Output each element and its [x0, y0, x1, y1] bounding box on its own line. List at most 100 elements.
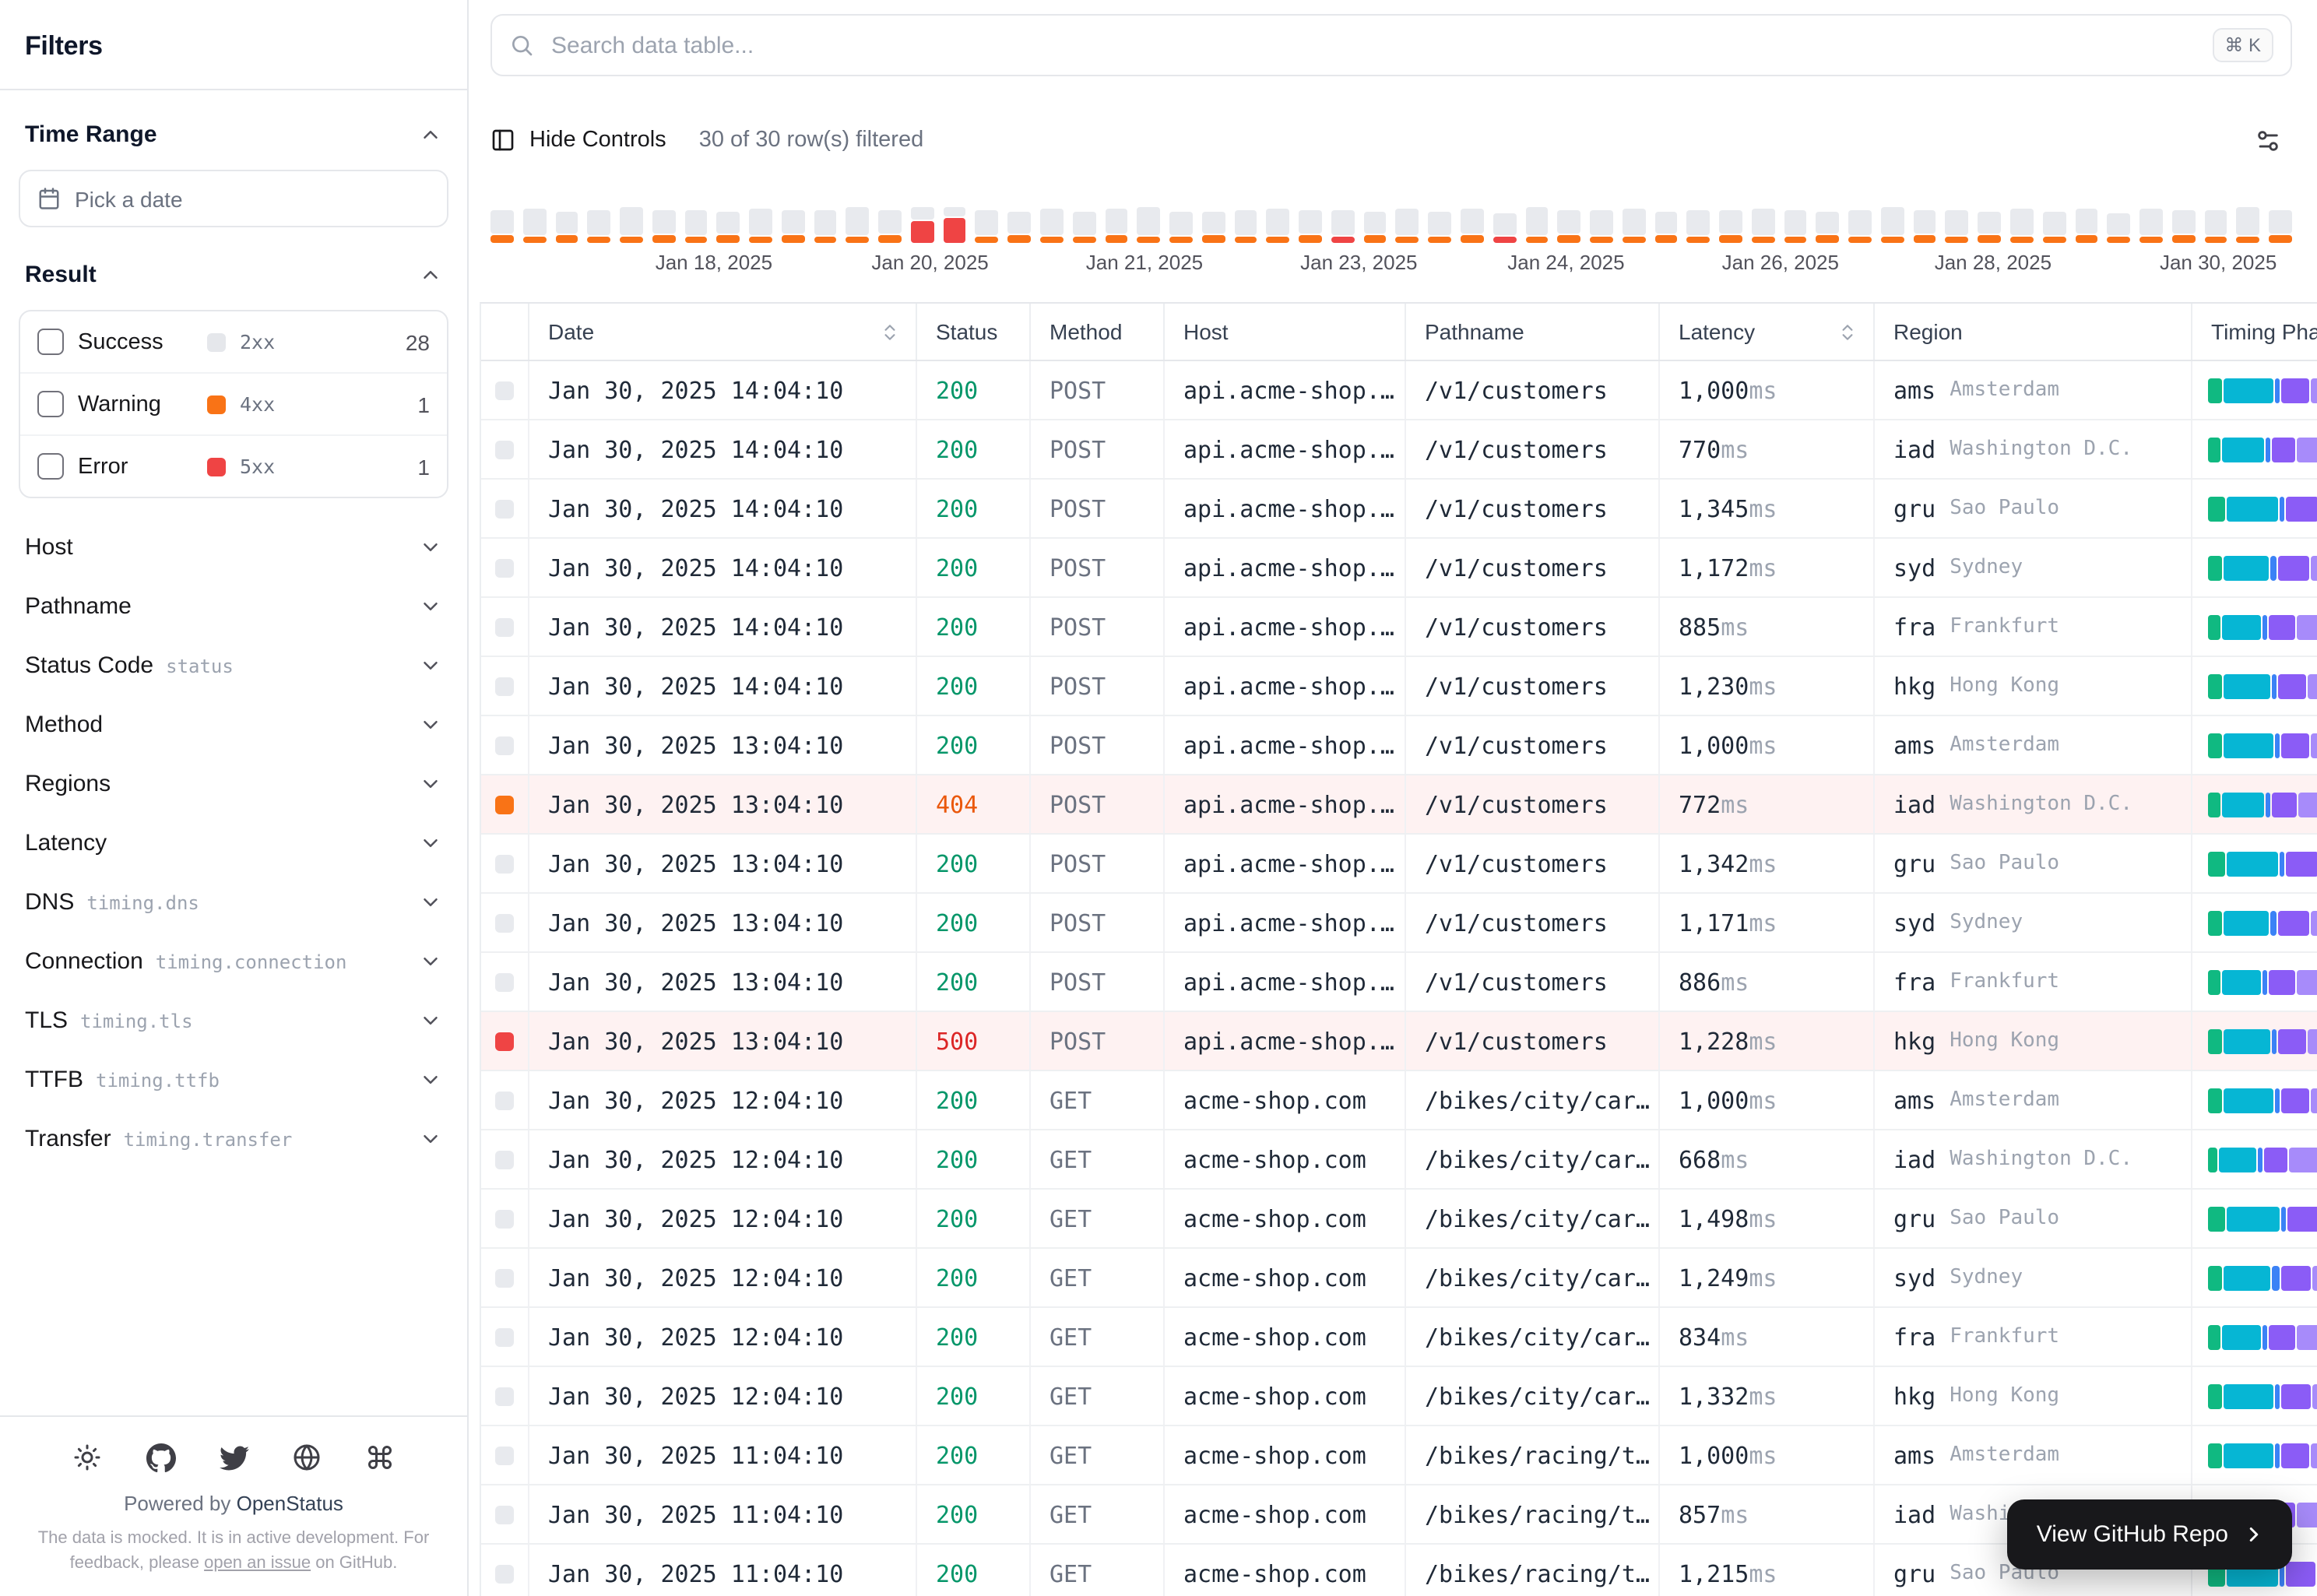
search-input[interactable]	[548, 30, 2199, 60]
histogram-bar[interactable]	[814, 210, 837, 243]
histogram-bar[interactable]	[1978, 212, 2001, 243]
table-row[interactable]: Jan 30, 2025 11:04:10 200 GET acme-shop.…	[481, 1426, 2317, 1485]
histogram-bar[interactable]	[522, 209, 547, 243]
histogram-bar[interactable]	[1331, 210, 1355, 243]
row-status-indicator[interactable]	[495, 1032, 514, 1050]
row-status-indicator[interactable]	[495, 617, 514, 636]
view-options-button[interactable]	[2242, 115, 2292, 165]
table-row[interactable]: Jan 30, 2025 14:04:10 200 POST api.acme-…	[481, 539, 2317, 598]
histogram-bar[interactable]	[1266, 209, 1290, 243]
column-header[interactable]	[481, 304, 529, 360]
table-row[interactable]: Jan 30, 2025 14:04:10 200 POST api.acme-…	[481, 420, 2317, 480]
histogram-bar[interactable]	[781, 210, 805, 243]
histogram-bar[interactable]	[2009, 209, 2034, 243]
filter-section-toggle[interactable]: TLS timing.tls	[19, 990, 448, 1049]
table-row[interactable]: Jan 30, 2025 12:04:10 200 GET acme-shop.…	[481, 1249, 2317, 1308]
timing-phase-bar[interactable]	[2208, 1443, 2317, 1468]
table-row[interactable]: Jan 30, 2025 14:04:10 200 POST api.acme-…	[481, 480, 2317, 539]
histogram-bar[interactable]	[1686, 210, 1711, 243]
column-header[interactable]: Timing Phases	[2192, 304, 2317, 360]
histogram-bar[interactable]	[943, 207, 966, 243]
result-option-row[interactable]: Warning 4xx 1	[20, 374, 447, 436]
timing-phase-bar[interactable]	[2208, 555, 2317, 580]
histogram-bar[interactable]	[555, 212, 578, 243]
row-status-indicator[interactable]	[495, 1150, 514, 1169]
filter-section-toggle[interactable]: Host	[19, 517, 448, 576]
result-section-toggle[interactable]: Result	[19, 243, 448, 307]
time-range-section-toggle[interactable]: Time Range	[19, 103, 448, 167]
timing-phase-bar[interactable]	[2208, 851, 2317, 876]
sort-chevrons-icon[interactable]	[880, 322, 900, 342]
website-link-button[interactable]	[291, 1442, 322, 1473]
filter-section-toggle[interactable]: Pathname	[19, 576, 448, 635]
timing-phase-bar[interactable]	[2208, 496, 2317, 521]
histogram-bar[interactable]	[1460, 209, 1484, 243]
row-status-indicator[interactable]	[495, 1268, 514, 1287]
filter-section-toggle[interactable]: Transfer timing.transfer	[19, 1109, 448, 1168]
openstatus-link[interactable]: OpenStatus	[237, 1492, 343, 1515]
timing-phase-bar[interactable]	[2208, 378, 2317, 403]
twitter-link-button[interactable]	[218, 1442, 249, 1473]
histogram-bar[interactable]	[1913, 210, 1936, 243]
result-checkbox[interactable]	[37, 329, 64, 355]
timing-phase-bar[interactable]	[2208, 1324, 2317, 1349]
histogram-bar[interactable]	[2171, 210, 2196, 243]
result-checkbox[interactable]	[37, 391, 64, 417]
table-row[interactable]: Jan 30, 2025 12:04:10 200 GET acme-shop.…	[481, 1308, 2317, 1367]
row-status-indicator[interactable]	[495, 1387, 514, 1405]
histogram-bar[interactable]	[2042, 212, 2066, 243]
result-checkbox[interactable]	[37, 453, 64, 480]
histogram-bar[interactable]	[490, 210, 514, 243]
histogram-bar[interactable]	[2075, 209, 2098, 243]
histogram-bar[interactable]	[1363, 212, 1387, 243]
histogram-bar[interactable]	[1557, 210, 1581, 243]
row-status-indicator[interactable]	[495, 913, 514, 932]
histogram-bar[interactable]	[1072, 212, 1096, 243]
timing-phase-bar[interactable]	[2208, 1265, 2317, 1290]
histogram-bar[interactable]	[620, 207, 643, 243]
histogram-bar[interactable]	[1234, 210, 1257, 243]
histogram-bar[interactable]	[846, 207, 870, 243]
column-header[interactable]: Status	[917, 304, 1031, 360]
filter-section-toggle[interactable]: TTFB timing.ttfb	[19, 1049, 448, 1109]
histogram-bar[interactable]	[1945, 210, 1969, 243]
histogram-bar[interactable]	[910, 207, 934, 243]
theme-toggle-button[interactable]	[72, 1442, 103, 1473]
timing-phase-bar[interactable]	[2208, 673, 2317, 698]
table-row[interactable]: Jan 30, 2025 12:04:10 200 GET acme-shop.…	[481, 1071, 2317, 1130]
histogram-bar[interactable]	[2204, 210, 2227, 243]
histogram-bar[interactable]	[587, 210, 611, 243]
table-row[interactable]: Jan 30, 2025 12:04:10 200 GET acme-shop.…	[481, 1130, 2317, 1190]
histogram-bar[interactable]	[716, 212, 740, 243]
table-row[interactable]: Jan 30, 2025 12:04:10 200 GET acme-shop.…	[481, 1367, 2317, 1426]
row-status-indicator[interactable]	[495, 1446, 514, 1464]
filter-section-toggle[interactable]: Connection timing.connection	[19, 931, 448, 990]
histogram-bar[interactable]	[2236, 207, 2260, 243]
row-status-indicator[interactable]	[495, 972, 514, 991]
timing-phase-bar[interactable]	[2208, 969, 2317, 994]
histogram-bar[interactable]	[1719, 210, 1742, 243]
timing-phase-bar[interactable]	[2208, 1383, 2317, 1408]
timing-phase-bar[interactable]	[2208, 1088, 2317, 1113]
table-row[interactable]: Jan 30, 2025 13:04:10 404 POST api.acme-…	[481, 775, 2317, 835]
row-status-indicator[interactable]	[495, 1209, 514, 1228]
table-row[interactable]: Jan 30, 2025 13:04:10 200 POST api.acme-…	[481, 835, 2317, 894]
histogram-bar[interactable]	[1880, 207, 1904, 243]
histogram-bar[interactable]	[652, 210, 676, 243]
table-row[interactable]: Jan 30, 2025 13:04:10 500 POST api.acme-…	[481, 1012, 2317, 1071]
timing-phase-bar[interactable]	[2208, 1028, 2317, 1053]
row-status-indicator[interactable]	[495, 558, 514, 577]
histogram-bar[interactable]	[1493, 213, 1516, 243]
table-row[interactable]: Jan 30, 2025 13:04:10 200 POST api.acme-…	[481, 894, 2317, 953]
histogram-bar[interactable]	[1201, 212, 1225, 243]
filter-section-toggle[interactable]: Status Code status	[19, 635, 448, 694]
timing-phase-bar[interactable]	[2208, 614, 2317, 639]
hide-controls-button[interactable]: Hide Controls	[490, 128, 666, 153]
timing-phase-bar[interactable]	[2208, 910, 2317, 935]
column-header[interactable]: Region	[1875, 304, 2192, 360]
github-link-button[interactable]	[145, 1442, 176, 1473]
command-menu-button[interactable]	[364, 1442, 396, 1473]
column-header[interactable]: Method	[1031, 304, 1165, 360]
histogram-bar[interactable]	[1007, 212, 1032, 243]
table-row[interactable]: Jan 30, 2025 13:04:10 200 POST api.acme-…	[481, 716, 2317, 775]
